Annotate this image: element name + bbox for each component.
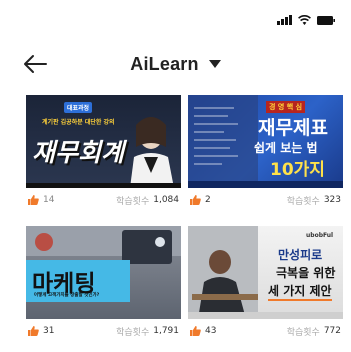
views-count: 1,791 [153,326,179,336]
views-count: 1,084 [153,195,179,205]
views-label: 학습횟수 [116,196,150,207]
thumbnail-badge: 대표과정 [64,102,93,113]
app-selector[interactable]: AiLearn [0,52,351,76]
views: 학습횟수 1,084 [116,194,181,207]
likes-count: 31 [43,326,55,336]
views-count: 772 [323,326,341,336]
thumbnail-title: 재무제표 [258,117,328,139]
views: 학습횟수 323 [287,194,343,207]
likes-count: 14 [43,195,55,205]
views: 학습횟수 1,791 [116,325,181,338]
views-count: 323 [323,195,341,205]
thumbnail-subtitle: 계기판 김공하분 대단한 강의 [42,119,115,126]
thumbnail-title: 재무회계 [32,138,125,167]
caret-down-icon [208,60,221,68]
thumbnail-tag: 경 영 핵 심 [266,101,306,113]
course-grid: 대표과정 계기판 김공하분 대단한 강의 재무회계 14 학습횟수 1,084 [26,95,344,343]
thumbs-up-icon [28,326,39,336]
views: 학습횟수 772 [287,325,343,338]
likes-count: 43 [205,326,217,336]
wifi-icon [298,15,311,25]
thumbnail-highlight: 10가지 [270,160,325,180]
views-label: 학습횟수 [286,327,320,338]
course-thumbnail: 마케팅 어떻게 고객가치를 창출할 것인가? [26,226,181,319]
course-card[interactable]: ubobFul 만성피로 극복을 위한 세 가지 제안 43 학습횟수 772 [188,226,343,343]
likes: 14 [26,195,54,205]
thumbnail-highlight: 세 가지 제안 [268,282,332,301]
course-meta: 31 학습횟수 1,791 [26,319,181,343]
battery-icon [317,16,335,25]
status-bar [0,0,351,40]
course-meta: 2 학습횟수 323 [188,188,343,212]
course-thumbnail: 경 영 핵 심 재무제표 쉽게 보는 법 10가지 [188,95,343,188]
course-thumbnail: 대표과정 계기판 김공하분 대단한 강의 재무회계 [26,95,181,188]
likes: 43 [188,326,216,336]
thumbnail-brand: ubobFul [306,232,334,239]
status-icons [277,13,335,25]
views-label: 학습횟수 [116,327,150,338]
app-header: AiLearn [0,44,351,84]
course-thumbnail: ubobFul 만성피로 극복을 위한 세 가지 제안 [188,226,343,319]
course-card[interactable]: 경 영 핵 심 재무제표 쉽게 보는 법 10가지 2 학습횟수 323 [188,95,343,212]
thumbs-up-icon [190,195,201,205]
likes: 2 [188,195,211,205]
signal-icon [277,15,292,25]
thumbnail-title: 만성피로 [278,248,323,262]
likes: 31 [26,326,54,336]
thumbnail-subtitle: 극복을 위한 [276,266,336,280]
likes-count: 2 [205,195,211,205]
course-meta: 43 학습횟수 772 [188,319,343,343]
course-meta: 14 학습횟수 1,084 [26,188,181,212]
thumbs-up-icon [190,326,201,336]
course-card[interactable]: 대표과정 계기판 김공하분 대단한 강의 재무회계 14 학습횟수 1,084 [26,95,181,212]
page-title: AiLearn [130,53,199,74]
thumbnail-subtitle: 쉽게 보는 법 [254,141,318,155]
thumbs-up-icon [28,195,39,205]
course-card[interactable]: 마케팅 어떻게 고객가치를 창출할 것인가? 31 학습횟수 1,791 [26,226,181,343]
views-label: 학습횟수 [286,196,320,207]
thumbnail-subtitle: 어떻게 고객가치를 창출할 것인가? [34,293,100,298]
